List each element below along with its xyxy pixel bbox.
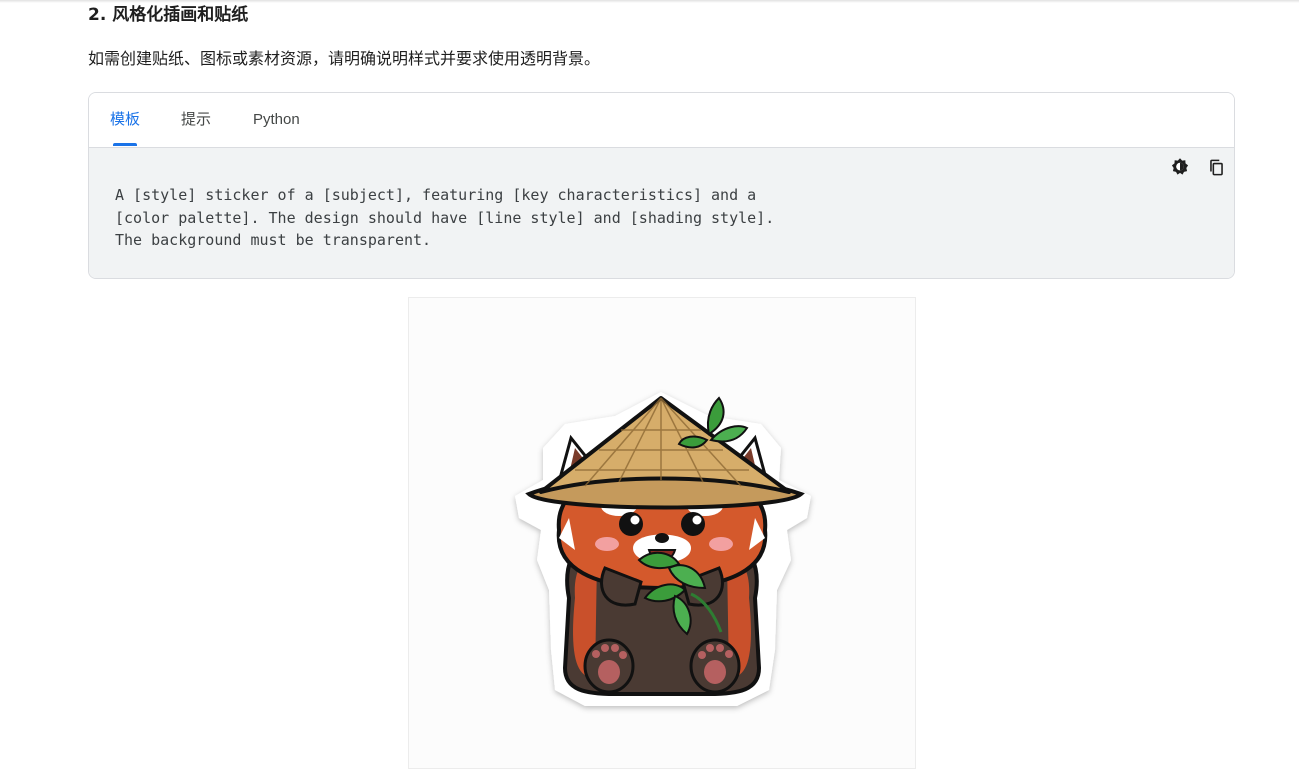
- code-line: A [style] sticker of a [subject], featur…: [115, 186, 757, 204]
- top-shadow: [0, 0, 1299, 3]
- copy-icon: [1209, 159, 1223, 175]
- example-image: [408, 297, 916, 769]
- active-tab-indicator: [113, 143, 137, 146]
- code-tab-bar: 模板 提示 Python: [89, 93, 1234, 148]
- section-description: 如需创建贴纸、图标或素材资源，请明确说明样式并要求使用透明背景。: [88, 49, 601, 68]
- code-sample-card: 模板 提示 Python A [style] sticker of a [sub…: [88, 92, 1235, 279]
- red-panda-sticker-illustration: [515, 392, 811, 706]
- tab-template[interactable]: 模板: [110, 93, 140, 147]
- section-heading: 2. 风格化插画和贴纸: [88, 5, 249, 25]
- code-block: A [style] sticker of a [subject], featur…: [89, 148, 1234, 278]
- code-line: [color palette]. The design should have …: [115, 208, 775, 227]
- contrast-icon: [1171, 158, 1189, 175]
- tab-prompt[interactable]: 提示: [181, 93, 211, 147]
- copy-code-button[interactable]: [1205, 156, 1227, 178]
- code-line: The background must be transparent.: [115, 231, 432, 249]
- dark-theme-toggle-button[interactable]: [1169, 156, 1191, 178]
- tab-python[interactable]: Python: [253, 93, 300, 147]
- code-text: A [style] sticker of a [subject], featur…: [115, 184, 774, 252]
